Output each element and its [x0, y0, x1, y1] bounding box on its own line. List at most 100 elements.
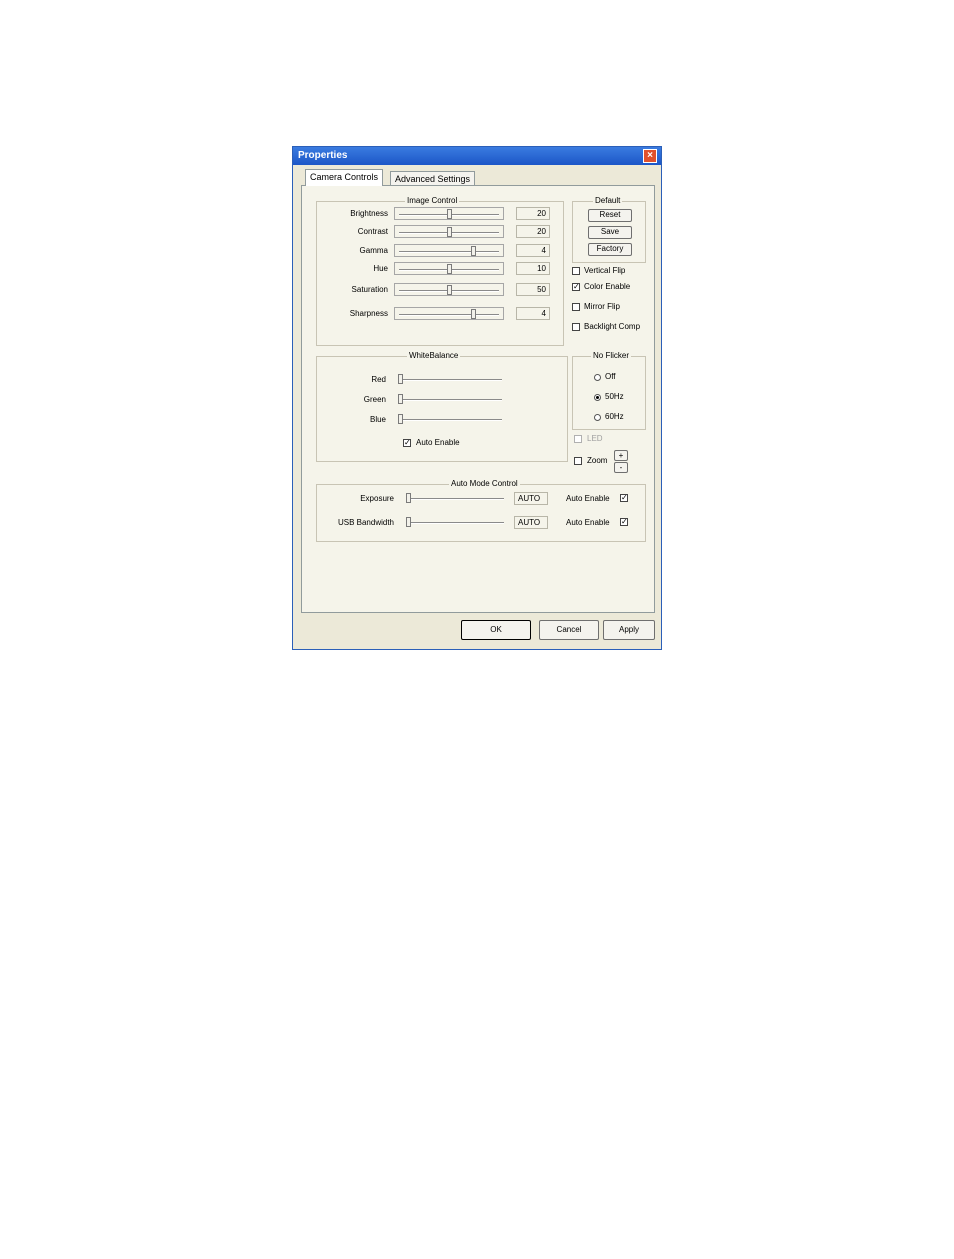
- wb-row: Green: [342, 393, 522, 407]
- slider-label: Brightness: [350, 209, 388, 218]
- wb-label: Blue: [369, 415, 386, 424]
- arrow-up-icon: +: [618, 451, 624, 460]
- slider-label: Gamma: [359, 246, 388, 255]
- slider-thumb[interactable]: [447, 227, 452, 237]
- image-control-row: Gamma 4: [322, 244, 562, 258]
- zoom-label: Zoom: [587, 456, 608, 465]
- check-icon: ✓: [621, 493, 628, 502]
- cancel-button[interactable]: Cancel: [539, 620, 599, 640]
- auto-mode-label: Exposure: [360, 494, 394, 503]
- slider-saturation[interactable]: [394, 283, 504, 296]
- auto-enable-label: Auto Enable: [566, 518, 610, 527]
- no-flicker-50hz[interactable]: 50Hz: [594, 392, 644, 404]
- option-label: Backlight Comp: [584, 322, 641, 331]
- no-flicker-60hz[interactable]: 60Hz: [594, 412, 644, 424]
- radio-label: 50Hz: [605, 392, 624, 401]
- option-checkbox[interactable]: [572, 303, 580, 311]
- image-control-row: Sharpness 4: [322, 307, 562, 321]
- option-checkbox[interactable]: ✓: [572, 283, 580, 291]
- slider-thumb[interactable]: [447, 209, 452, 219]
- check-icon: ✓: [573, 282, 580, 291]
- arrow-down-icon: -: [619, 463, 623, 472]
- wb-slider-red[interactable]: [394, 373, 506, 386]
- option-checkbox[interactable]: [572, 323, 580, 331]
- zoom-checkbox[interactable]: [574, 457, 582, 465]
- default-legend: Default: [593, 196, 623, 205]
- slider-thumb[interactable]: [447, 264, 452, 274]
- radio-button[interactable]: [594, 394, 601, 401]
- slider-thumb[interactable]: [398, 374, 403, 384]
- led-checkbox[interactable]: [574, 435, 582, 443]
- auto-enable-checkbox[interactable]: ✓: [620, 518, 628, 526]
- slider-thumb[interactable]: [471, 309, 476, 319]
- slider-thumb[interactable]: [447, 285, 452, 295]
- slider-hue[interactable]: [394, 262, 504, 275]
- slider-thumb[interactable]: [398, 394, 403, 404]
- slider-sharpness[interactable]: [394, 307, 504, 320]
- auto-mode-legend: Auto Mode Control: [449, 479, 520, 488]
- slider-thumb[interactable]: [471, 246, 476, 256]
- factory-button[interactable]: Factory: [588, 243, 632, 256]
- no-flicker-legend: No Flicker: [591, 351, 632, 360]
- white-balance-legend: WhiteBalance: [407, 351, 461, 360]
- check-icon: ✓: [621, 517, 628, 526]
- radio-button[interactable]: [594, 414, 601, 421]
- auto-mode-value: AUTO: [514, 492, 548, 505]
- wb-label: Red: [371, 375, 386, 384]
- wb-row: Red: [342, 373, 522, 387]
- option-mirror-flip[interactable]: Mirror Flip: [572, 302, 648, 314]
- slider-track: [406, 498, 504, 500]
- radio-label: 60Hz: [605, 412, 624, 421]
- option-vertical-flip[interactable]: Vertical Flip: [572, 266, 648, 278]
- zoom-down-button[interactable]: -: [614, 462, 628, 473]
- slider-gamma[interactable]: [394, 244, 504, 257]
- image-control-row: Contrast 20: [322, 225, 562, 239]
- auto-enable-label: Auto Enable: [566, 494, 610, 503]
- option-checkbox[interactable]: [572, 267, 580, 275]
- wb-label: Green: [363, 395, 386, 404]
- slider-value: 20: [516, 207, 550, 220]
- radio-button[interactable]: [594, 374, 601, 381]
- wb-slider-green[interactable]: [394, 393, 506, 406]
- auto-mode-slider[interactable]: [402, 516, 508, 529]
- auto-mode-slider[interactable]: [402, 492, 508, 505]
- slider-label: Saturation: [351, 285, 388, 294]
- no-flicker-off[interactable]: Off: [594, 372, 644, 384]
- slider-value: 4: [516, 307, 550, 320]
- slider-contrast[interactable]: [394, 225, 504, 238]
- properties-dialog: Properties × Camera Controls Advanced Se…: [292, 146, 662, 650]
- wb-row: Blue: [342, 413, 522, 427]
- auto-enable-checkbox[interactable]: ✓: [620, 494, 628, 502]
- slider-thumb[interactable]: [406, 493, 411, 503]
- window-title: Properties: [298, 150, 348, 161]
- title-bar[interactable]: Properties ×: [293, 147, 661, 165]
- tab-advanced-settings[interactable]: Advanced Settings: [390, 171, 476, 185]
- slider-thumb[interactable]: [398, 414, 403, 424]
- slider-track: [399, 314, 499, 316]
- apply-button[interactable]: Apply: [603, 620, 655, 640]
- close-icon: ×: [647, 150, 653, 161]
- tab-camera-controls[interactable]: Camera Controls: [305, 169, 384, 186]
- wb-slider-blue[interactable]: [394, 413, 506, 426]
- option-backlight-comp[interactable]: Backlight Comp: [572, 322, 648, 334]
- slider-track: [398, 379, 502, 381]
- image-control-row: Hue 10: [322, 262, 562, 276]
- zoom-up-button[interactable]: +: [614, 450, 628, 461]
- wb-auto-enable-label: Auto Enable: [416, 438, 460, 447]
- check-icon: ✓: [404, 438, 411, 447]
- slider-brightness[interactable]: [394, 207, 504, 220]
- save-button[interactable]: Save: [588, 226, 632, 239]
- auto-mode-row: USB Bandwidth AUTO Auto Enable ✓: [320, 516, 644, 530]
- ok-button[interactable]: OK: [461, 620, 531, 640]
- wb-auto-enable-checkbox[interactable]: ✓: [403, 439, 411, 447]
- slider-thumb[interactable]: [406, 517, 411, 527]
- slider-track: [398, 399, 502, 401]
- auto-mode-row: Exposure AUTO Auto Enable ✓: [320, 492, 644, 506]
- close-button[interactable]: ×: [643, 149, 657, 163]
- auto-mode-value: AUTO: [514, 516, 548, 529]
- slider-label: Contrast: [357, 227, 388, 236]
- option-color-enable[interactable]: ✓ Color Enable: [572, 282, 648, 294]
- reset-button[interactable]: Reset: [588, 209, 632, 222]
- option-label: Color Enable: [584, 282, 631, 291]
- tab-panel: Image Control Default Reset Save Factory…: [301, 185, 655, 613]
